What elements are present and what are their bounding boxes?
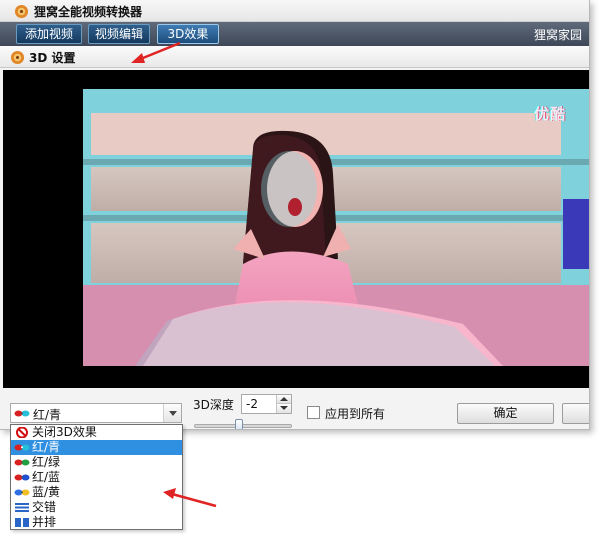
3d-mode-dropdown-list: 关闭3D效果 红/青 红/绿 红/蓝 蓝/黄 交错 并排: [10, 424, 183, 530]
red-cyan-glasses-icon: [14, 410, 30, 417]
apply-all-label: 应用到所有: [325, 407, 386, 421]
annotation-arrow-icon: [131, 41, 181, 63]
depth-value: -2: [246, 397, 258, 411]
blue-yellow-glasses-icon: [14, 489, 30, 496]
title-bar: 狸窝全能视频转换器: [0, 0, 589, 22]
app-logo-icon: [14, 4, 29, 19]
option-red-blue[interactable]: 红/蓝: [11, 470, 182, 485]
option-label: 红/绿: [32, 455, 61, 469]
option-red-cyan[interactable]: 红/青: [11, 440, 182, 455]
chevron-down-icon[interactable]: [163, 404, 181, 422]
section-title: 3D 设置: [29, 51, 76, 65]
cancel-button[interactable]: [562, 403, 589, 424]
spin-up-icon[interactable]: [276, 395, 291, 404]
main-toolbar: 添加视频 视频编辑 3D效果 狸窝家园: [0, 22, 589, 46]
red-blue-glasses-icon: [14, 474, 30, 481]
option-3d-off[interactable]: 关闭3D效果: [11, 425, 182, 440]
spin-down-icon[interactable]: [276, 404, 291, 413]
anaglyph-video-frame: 优酷: [83, 89, 589, 366]
option-blue-yellow[interactable]: 蓝/黄: [11, 485, 182, 500]
option-interlaced[interactable]: 交错: [11, 500, 182, 515]
option-label: 交错: [32, 500, 57, 514]
video-watermark: 优酷: [533, 105, 566, 123]
video-preview-area: 优酷: [3, 70, 589, 388]
video-frame-image: [83, 89, 589, 366]
window-title: 狸窝全能视频转换器: [34, 5, 143, 19]
side-by-side-icon: [15, 518, 29, 527]
tab-add-video[interactable]: 添加视频: [16, 24, 82, 44]
option-label: 红/青: [32, 440, 61, 454]
option-label: 关闭3D效果: [32, 425, 97, 439]
3d-mode-value: 红/青: [33, 408, 62, 422]
red-cyan-glasses-icon: [14, 444, 30, 451]
3d-mode-select[interactable]: 红/青: [10, 403, 182, 423]
app-window: 狸窝全能视频转换器 添加视频 视频编辑 3D效果 狸窝家园 3D 设置 优酷 红…: [0, 0, 590, 430]
depth-label: 3D深度: [193, 398, 234, 412]
depth-slider[interactable]: [194, 419, 292, 429]
depth-slider-thumb[interactable]: [235, 419, 243, 429]
option-side-by-side[interactable]: 并排: [11, 515, 182, 530]
brand-home-link[interactable]: 狸窝家园: [534, 26, 582, 43]
annotation-arrow-icon: [163, 488, 217, 508]
option-label: 蓝/黄: [32, 485, 61, 499]
option-red-green[interactable]: 红/绿: [11, 455, 182, 470]
no-entry-icon: [16, 427, 28, 438]
red-green-glasses-icon: [14, 459, 30, 466]
settings-3d-icon: [10, 50, 25, 65]
ok-button[interactable]: 确定: [457, 403, 554, 424]
apply-all-checkbox[interactable]: [307, 406, 320, 419]
depth-spinbox[interactable]: -2: [241, 394, 292, 414]
option-label: 红/蓝: [32, 470, 61, 484]
section-header: 3D 设置: [0, 46, 589, 68]
option-label: 并排: [32, 515, 57, 529]
interlaced-icon: [15, 503, 29, 512]
